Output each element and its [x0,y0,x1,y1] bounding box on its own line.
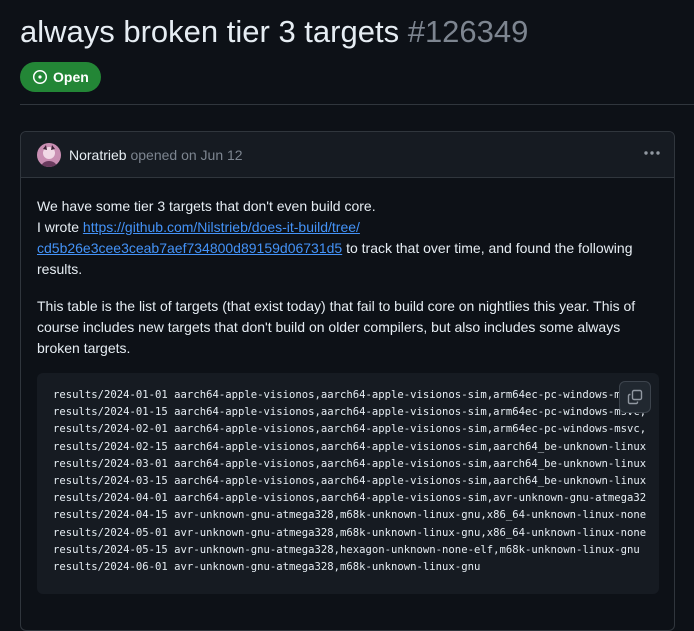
avatar[interactable] [37,143,61,167]
issue-title: always broken tier 3 targets #126349 [20,10,528,54]
issue-opened-icon [32,69,48,85]
issue-state-label: Open [53,69,89,85]
code-line: results/2024-03-01 aarch64-apple-visiono… [53,457,647,470]
issue-number: #126349 [407,14,529,49]
code-line: results/2024-03-15 aarch64-apple-visiono… [53,475,647,488]
code-line: results/2024-04-01 aarch64-apple-visiono… [53,492,647,505]
author-link[interactable]: Noratrieb [69,147,127,163]
copy-button[interactable] [619,381,651,413]
repo-link[interactable]: https://github.com/Nilstrieb/does-it-bui… [37,219,360,256]
comment-body: We have some tier 3 targets that don't e… [37,196,657,359]
code-line: results/2024-01-15 aarch64-apple-visiono… [53,406,647,419]
code-line: results/2024-05-15 avr-unknown-gnu-atmeg… [53,543,640,556]
intro-line-1: We have some tier 3 targets that don't e… [37,198,376,214]
issue-title-text: always broken tier 3 targets [20,14,400,49]
copy-icon [627,389,643,405]
code-content: results/2024-01-01 aarch64-apple-visiono… [53,387,646,576]
kebab-horizontal-icon[interactable] [642,143,662,163]
intro-prefix: I wrote [37,219,83,235]
code-line: results/2024-05-01 avr-unknown-gnu-atmeg… [53,526,647,539]
code-block: results/2024-01-01 aarch64-apple-visiono… [37,373,659,594]
code-line: results/2024-06-01 avr-unknown-gnu-atmeg… [53,561,481,574]
code-line: results/2024-04-15 avr-unknown-gnu-atmeg… [53,509,647,522]
header-divider [20,104,694,105]
code-line: results/2024-02-01 aarch64-apple-visiono… [53,423,647,436]
code-line: results/2024-02-15 aarch64-apple-visiono… [53,440,647,453]
issue-state-badge[interactable]: Open [20,62,101,92]
comment-paragraph-1: We have some tier 3 targets that don't e… [37,196,657,280]
comment-paragraph-2: This table is the list of targets (that … [37,298,636,356]
code-line: results/2024-01-01 aarch64-apple-visiono… [53,389,647,401]
comment-author-line: Noratrieb opened on Jun 12 [69,147,243,163]
comment-header: Noratrieb opened on Jun 12 [21,132,674,178]
issue-comment: Noratrieb opened on Jun 12 We have some … [20,131,675,631]
comment-timestamp: opened on Jun 12 [130,147,243,163]
